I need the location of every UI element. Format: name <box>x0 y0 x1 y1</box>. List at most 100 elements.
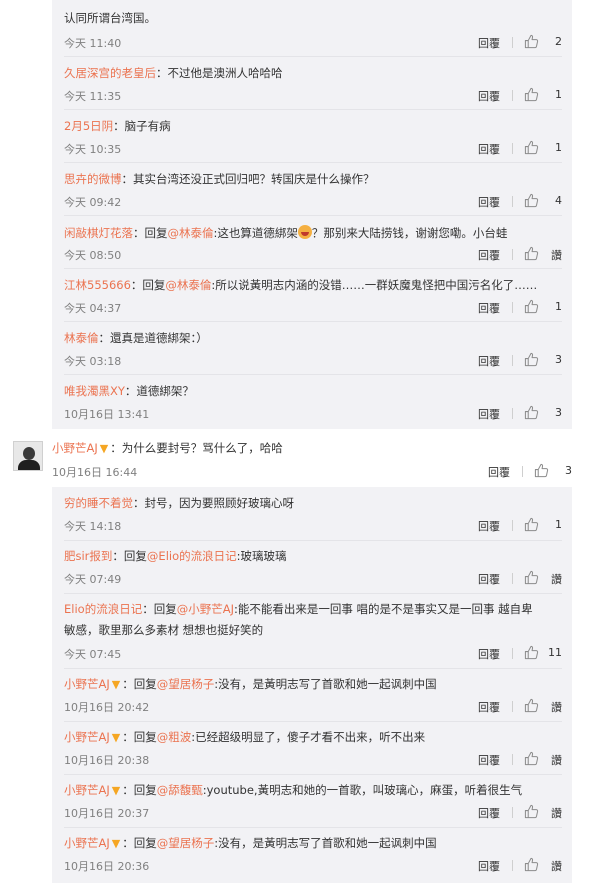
user-name-link[interactable]: 肥sir报到 <box>64 549 112 563</box>
reply-button[interactable]: 回覆 <box>478 699 500 715</box>
mention-link[interactable]: @林泰倫 <box>165 278 211 292</box>
divider <box>512 807 513 818</box>
thumb-up-icon[interactable] <box>524 570 539 585</box>
reply-separator <box>64 593 562 594</box>
user-name-link[interactable]: 小野芒AJ <box>52 441 98 455</box>
reply-fragment: ：封号，因为要照顾好玻璃心呀 <box>133 496 294 510</box>
reply-fragment: ？那别来大陆捞钱，谢谢您嘞。小台蛙 <box>311 226 508 240</box>
timestamp: 今天 07:49 <box>64 573 122 586</box>
user-name-link[interactable]: 林泰倫 <box>64 331 99 345</box>
divider <box>512 860 513 871</box>
mention-link[interactable]: @粗波 <box>157 730 192 744</box>
user-name-link[interactable]: 闲敲棋灯花落 <box>64 226 133 240</box>
comment-meta: 今天 07:49 回覆 讚 <box>64 570 562 586</box>
reply-button[interactable]: 回覆 <box>478 353 500 369</box>
reply-fragment: ：道德綁架？ <box>124 384 194 398</box>
user-name-link[interactable]: 小野芒AJ <box>64 783 110 797</box>
laugh-emoji <box>297 225 312 239</box>
divider <box>512 249 513 260</box>
thumb-up-icon[interactable] <box>524 246 539 261</box>
like-count: 讚 <box>551 754 562 767</box>
reply-button[interactable]: 回覆 <box>478 88 500 104</box>
timestamp: 10月16日 20:36 <box>64 860 150 873</box>
reply-fragment: ：回复 <box>130 278 166 292</box>
comment-meta: 今天 10:35 回覆 1 <box>64 140 562 156</box>
user-name-link[interactable]: 2月5日阴 <box>64 119 113 133</box>
thumb-up-icon[interactable] <box>524 352 539 367</box>
thumb-up-icon[interactable] <box>534 463 549 478</box>
reply-button[interactable]: 回覆 <box>488 464 510 480</box>
user-avatar[interactable] <box>13 441 43 471</box>
reply-button[interactable]: 回覆 <box>478 752 500 768</box>
vip-badge-icon: ▼ <box>111 678 121 691</box>
divider <box>512 90 513 101</box>
divider <box>512 408 513 419</box>
timestamp: 今天 11:40 <box>64 37 122 50</box>
reply-button[interactable]: 回覆 <box>478 571 500 587</box>
mention-link[interactable]: @Elio的流浪日记 <box>147 549 237 563</box>
reply-fragment: :已经超级明显了，傻子才看不出来，听不出来 <box>191 730 426 744</box>
divider <box>512 302 513 313</box>
thumb-up-icon[interactable] <box>524 34 539 49</box>
thumb-up-icon[interactable] <box>524 140 539 155</box>
divider <box>512 754 513 765</box>
reply-button[interactable]: 回覆 <box>478 406 500 422</box>
comment-meta: 今天 08:50 回覆 讚 <box>64 246 562 262</box>
reply-separator <box>64 374 562 375</box>
reply-button[interactable]: 回覆 <box>478 247 500 263</box>
mention-link[interactable]: @林泰倫 <box>168 226 214 240</box>
reply-text: Elio的流浪日记：回复@小野芒AJ:能不能看出来是一回事 唱的是不是事实又是一… <box>64 602 533 616</box>
thumb-up-icon[interactable] <box>524 751 539 766</box>
mention-link[interactable]: @望居杨子 <box>157 677 215 691</box>
reply-button[interactable]: 回覆 <box>478 518 500 534</box>
mention-link[interactable]: @小野芒AJ <box>177 602 234 616</box>
comment-meta: 10月16日 20:36 回覆 讚 <box>64 857 562 873</box>
timestamp: 今天 08:50 <box>64 249 122 262</box>
user-name-link[interactable]: Elio的流浪日记 <box>64 602 142 616</box>
user-name-link[interactable]: 江林555666 <box>64 278 131 292</box>
thumb-up-icon[interactable] <box>524 698 539 713</box>
timestamp: 10月16日 16:44 <box>52 466 138 479</box>
user-name-link[interactable]: 小野芒AJ <box>64 836 110 850</box>
thumb-up-icon[interactable] <box>524 804 539 819</box>
vip-badge-icon: ▼ <box>111 731 121 744</box>
user-name-link[interactable]: 久居深宫的老皇后 <box>64 66 156 80</box>
reply-button[interactable]: 回覆 <box>478 858 500 874</box>
thumb-up-icon[interactable] <box>524 87 539 102</box>
thumb-up-icon[interactable] <box>524 405 539 420</box>
user-name-link[interactable]: 小野芒AJ <box>64 730 110 744</box>
user-name-link[interactable]: 思卉的微博 <box>64 172 122 186</box>
comment-meta: 今天 11:35 回覆 1 <box>64 87 562 103</box>
mention-link[interactable]: @舔馥甄 <box>157 783 203 797</box>
timestamp: 今天 07:45 <box>64 648 122 661</box>
mention-link[interactable]: @望居杨子 <box>157 836 215 850</box>
reply-fragment: ：還真是道德綁架：） <box>98 331 208 345</box>
thumb-up-icon[interactable] <box>524 857 539 872</box>
thumb-up-icon[interactable] <box>524 193 539 208</box>
timestamp: 今天 04:37 <box>64 302 122 315</box>
reply-fragment: ：回复 <box>122 677 157 691</box>
reply-button[interactable]: 回覆 <box>478 194 500 210</box>
reply-button[interactable]: 回覆 <box>478 805 500 821</box>
divider <box>512 355 513 366</box>
thumb-up-icon[interactable] <box>524 645 539 660</box>
reply-text: 林泰倫：還真是道德綁架：） <box>64 331 208 345</box>
reply-fragment: ：回复 <box>122 783 157 797</box>
reply-button[interactable]: 回覆 <box>478 300 500 316</box>
reply-button[interactable]: 回覆 <box>478 35 500 51</box>
reply-text: 久居深宫的老皇后：不过他是澳洲人哈哈哈 <box>64 66 283 80</box>
user-name-link[interactable]: 唯我濁黑XY <box>64 384 125 398</box>
thumb-up-icon[interactable] <box>524 299 539 314</box>
reply-button[interactable]: 回覆 <box>478 646 500 662</box>
user-name-link[interactable]: 穷的睡不着觉 <box>64 496 133 510</box>
user-name-link[interactable]: 小野芒AJ <box>64 677 110 691</box>
comment-meta: 今天 03:18 回覆 3 <box>64 352 562 368</box>
divider <box>522 466 523 477</box>
reply-fragment: ：回复 <box>133 226 168 240</box>
divider <box>512 648 513 659</box>
reply-text: 闲敲棋灯花落：回复@林泰倫:这也算道德綁架 ？那别来大陆捞钱，谢谢您嘞。小台蛙 <box>64 225 507 240</box>
thumb-up-icon[interactable] <box>524 517 539 532</box>
reply-button[interactable]: 回覆 <box>478 141 500 157</box>
like-count: 2 <box>555 35 562 48</box>
reply-text: 2月5日阴：脑子有病 <box>64 119 171 133</box>
